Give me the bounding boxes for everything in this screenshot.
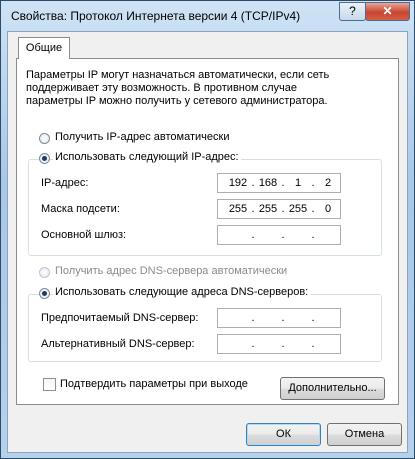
confirm-checkbox[interactable] bbox=[43, 378, 56, 391]
dialog-window: Свойства: Протокол Интернета версии 4 (T… bbox=[0, 0, 415, 459]
ip-manual-label[interactable]: Использовать следующий IP-адрес: bbox=[53, 151, 241, 163]
dot-separator: . bbox=[281, 338, 285, 350]
dns-manual-label[interactable]: Использовать следующие адреса DNS-сервер… bbox=[53, 286, 311, 298]
ip-address-octet-2: 168 bbox=[258, 177, 278, 189]
dot-separator: . bbox=[311, 229, 315, 241]
ok-button[interactable]: ОК bbox=[246, 423, 321, 446]
tab-general[interactable]: Общие bbox=[18, 37, 70, 59]
close-button[interactable]: ✕ bbox=[365, 2, 410, 21]
dot-separator: . bbox=[311, 338, 315, 350]
ip-address-octet-3: 1 bbox=[294, 177, 302, 189]
ip-address-input[interactable]: 192 . 168 . 1 . 2 bbox=[217, 173, 341, 193]
ip-auto-label[interactable]: Получить IP-адрес автоматически bbox=[55, 131, 229, 143]
help-button[interactable]: ? bbox=[339, 2, 366, 21]
subnet-mask-octet-3: 255 bbox=[288, 203, 308, 215]
preferred-dns-input[interactable]: . . . bbox=[217, 308, 341, 328]
dns-manual-radio[interactable] bbox=[39, 288, 50, 299]
ip-auto-radio[interactable] bbox=[39, 133, 50, 144]
ip-manual-radio[interactable] bbox=[39, 153, 50, 164]
dns-auto-label[interactable]: Получить адрес DNS-сервера автоматически bbox=[55, 265, 287, 277]
confirm-label[interactable]: Подтвердить параметры при выходе bbox=[60, 378, 248, 390]
alternate-dns-label: Альтернативный DNS-сервер: bbox=[41, 338, 195, 350]
description-text: Параметры IP могут назначаться автоматич… bbox=[26, 69, 330, 107]
subnet-mask-octet-1: 255 bbox=[228, 203, 248, 215]
window-title: Свойства: Протокол Интернета версии 4 (T… bbox=[11, 9, 301, 23]
ip-address-octet-1: 192 bbox=[228, 177, 248, 189]
cancel-button[interactable]: Отмена bbox=[327, 423, 402, 446]
ip-address-octet-4: 2 bbox=[324, 177, 332, 189]
alternate-dns-input[interactable]: . . . bbox=[217, 334, 341, 354]
dot-separator: . bbox=[251, 229, 255, 241]
dot-separator: . bbox=[251, 312, 255, 324]
ip-address-label: IP-адрес: bbox=[41, 177, 89, 189]
title-bar[interactable]: Свойства: Протокол Интернета версии 4 (T… bbox=[1, 1, 414, 31]
dot-separator: . bbox=[251, 338, 255, 350]
dialog-body: Общие Параметры IP могут назначаться авт… bbox=[7, 31, 408, 453]
subnet-mask-octet-4: 0 bbox=[324, 203, 332, 215]
dot-separator: . bbox=[311, 312, 315, 324]
preferred-dns-label: Предпочитаемый DNS-сервер: bbox=[41, 312, 199, 324]
dns-auto-radio[interactable] bbox=[39, 267, 50, 278]
dot-separator: . bbox=[281, 312, 285, 324]
subnet-mask-label: Маска подсети: bbox=[41, 203, 120, 215]
gateway-label: Основной шлюз: bbox=[41, 229, 127, 241]
dot-separator: . bbox=[281, 229, 285, 241]
subnet-mask-input[interactable]: 255 . 255 . 255 . 0 bbox=[217, 199, 341, 219]
advanced-button[interactable]: Дополнительно... bbox=[280, 377, 385, 400]
gateway-input[interactable]: . . . bbox=[217, 225, 341, 245]
subnet-mask-octet-2: 255 bbox=[258, 203, 278, 215]
